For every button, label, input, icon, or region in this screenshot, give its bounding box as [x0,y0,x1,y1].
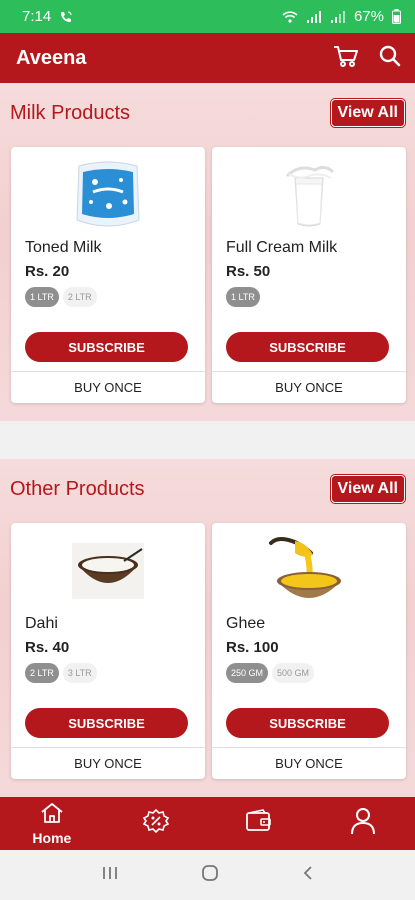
status-time: 7:14 [22,8,52,25]
battery-icon [392,9,401,24]
product-card-ghee[interactable]: Ghee Rs. 100 250 GM 500 GM SUBSCRIBE BUY… [212,523,406,779]
subscribe-button[interactable]: SUBSCRIBE [25,708,188,738]
status-bar: 7:14 67% [0,0,415,33]
section-title: Milk Products [10,101,131,124]
product-name: Dahi [25,615,58,632]
subscribe-button[interactable]: SUBSCRIBE [226,332,389,362]
nav-profile[interactable] [311,797,415,850]
variant-chip[interactable]: 2 LTR [62,287,97,307]
view-all-button[interactable]: View All [330,475,405,503]
product-price: Rs. 50 [226,263,271,280]
system-nav-bar [0,850,415,900]
bottom-nav: Home [0,797,415,850]
product-card-toned-milk[interactable]: Toned Milk Rs. 20 1 LTR 2 LTR SUBSCRIBE … [11,147,205,403]
variant-chip[interactable]: 1 LTR [25,287,59,307]
product-card-dahi[interactable]: Dahi Rs. 40 2 LTR 3 LTR SUBSCRIBE BUY ON… [11,523,205,779]
variant-chip[interactable]: 2 LTR [25,663,59,683]
product-image [212,531,406,611]
nav-home-label: Home [32,829,72,846]
variant-chip[interactable]: 250 GM [226,663,269,683]
buy-once-button[interactable]: BUY ONCE [11,747,205,779]
buy-once-button[interactable]: BUY ONCE [212,747,406,779]
cart-icon [333,44,359,73]
nav-offers[interactable] [104,797,208,850]
variant-chip[interactable]: 1 LTR [226,287,260,307]
cart-button[interactable] [331,43,361,73]
user-icon [350,807,376,840]
product-image [11,531,205,611]
app-title: Aveena [16,46,87,69]
recent-apps-button[interactable] [101,865,119,886]
variant-chip[interactable]: 3 LTR [62,663,97,683]
product-card-full-cream-milk[interactable]: Full Cream Milk Rs. 50 1 LTR SUBSCRIBE B… [212,147,406,403]
product-image [212,155,406,235]
product-name: Toned Milk [25,239,102,256]
battery-level: 67% [353,8,384,25]
nav-wallet[interactable] [208,797,312,850]
wifi-call-icon [59,10,73,24]
search-button[interactable] [375,43,405,73]
other-products-section: Other Products View All Dahi Rs. 40 2 LT… [0,459,415,797]
subscribe-button[interactable]: SUBSCRIBE [25,332,188,362]
nav-home[interactable]: Home [0,797,104,850]
view-all-button[interactable]: View All [330,99,405,127]
app-bar: Aveena [0,33,415,83]
section-title: Other Products [10,477,145,500]
product-price: Rs. 40 [25,639,70,656]
product-image [11,155,205,235]
search-icon [379,45,401,72]
discount-badge-icon [142,808,169,839]
subscribe-button[interactable]: SUBSCRIBE [226,708,389,738]
milk-products-section: Milk Products View All Toned Milk Rs. 20… [0,83,415,421]
home-system-button[interactable] [201,864,219,887]
product-name: Full Cream Milk [226,239,338,256]
variant-chip[interactable]: 500 GM [272,663,315,683]
home-icon [39,802,65,829]
product-price: Rs. 100 [226,639,279,656]
signal-icon-2 [330,10,346,24]
buy-once-button[interactable]: BUY ONCE [212,371,406,403]
buy-once-button[interactable]: BUY ONCE [11,371,205,403]
wifi-icon [282,10,298,24]
back-button[interactable] [302,865,314,886]
signal-icon [306,10,322,24]
product-name: Ghee [226,615,266,632]
product-price: Rs. 20 [25,263,70,280]
wallet-icon [245,809,273,838]
